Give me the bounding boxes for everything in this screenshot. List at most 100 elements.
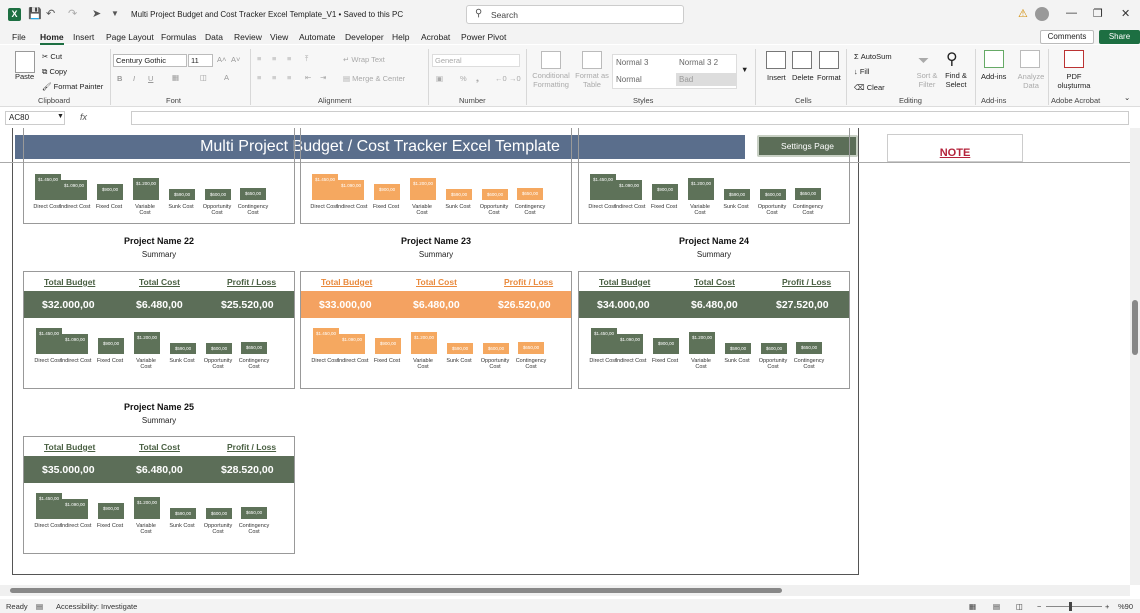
insert-cells-icon[interactable]: [766, 51, 786, 69]
name-box[interactable]: AC80: [5, 111, 65, 125]
analyze-data-icon[interactable]: [1020, 50, 1040, 68]
align-center-icon[interactable]: ≡: [272, 73, 276, 82]
worksheet[interactable]: Multi Project Budget / Cost Tracker Exce…: [0, 128, 1130, 585]
clear-button[interactable]: ⌫ Clear: [854, 83, 885, 92]
add-ins-icon[interactable]: [984, 50, 1004, 68]
warning-icon[interactable]: ⚠: [1018, 7, 1028, 20]
add-ins-button[interactable]: Add-ins: [981, 72, 1006, 81]
underline-icon[interactable]: U: [148, 74, 153, 83]
horizontal-scroll-thumb[interactable]: [10, 588, 782, 593]
copy-button[interactable]: ⧉ Copy: [42, 67, 67, 77]
style-normal[interactable]: Normal: [616, 75, 642, 84]
avatar[interactable]: [1035, 7, 1049, 21]
style-normal-3[interactable]: Normal 3: [616, 58, 648, 67]
increase-font-icon[interactable]: A˄: [217, 55, 226, 64]
find-select-icon[interactable]: ⚲: [946, 49, 958, 69]
vertical-scrollbar[interactable]: [1130, 128, 1140, 585]
tab-review[interactable]: Review: [234, 32, 262, 42]
zoom-out-icon[interactable]: −: [1037, 602, 1041, 611]
paste-button[interactable]: Paste: [15, 72, 34, 81]
sort-filter-button[interactable]: Sort & Filter: [912, 71, 942, 89]
style-normal-3-2[interactable]: Normal 3 2: [679, 58, 718, 67]
tab-developer[interactable]: Developer: [345, 32, 384, 42]
formula-input[interactable]: [131, 111, 1129, 125]
fill-color-icon[interactable]: ◫: [200, 73, 207, 82]
tab-home[interactable]: Home: [40, 32, 64, 45]
currency-icon[interactable]: ▣: [436, 74, 443, 83]
fx-icon[interactable]: fx: [80, 112, 87, 122]
tab-file[interactable]: File: [12, 32, 26, 42]
cut-button[interactable]: ✂ Cut: [42, 52, 62, 61]
collapse-ribbon-icon[interactable]: ⌄: [1124, 93, 1130, 102]
tab-view[interactable]: View: [270, 32, 288, 42]
name-box-dropdown-icon[interactable]: ▼: [57, 113, 64, 120]
zoom-in-icon[interactable]: +: [1105, 602, 1109, 611]
tab-data[interactable]: Data: [205, 32, 223, 42]
zoom-slider-thumb[interactable]: [1069, 602, 1072, 611]
tab-page-layout[interactable]: Page Layout: [106, 32, 154, 42]
number-format-select[interactable]: General: [432, 54, 520, 67]
decrease-font-icon[interactable]: A˅: [231, 55, 240, 64]
search-input[interactable]: ⚲ Search: [466, 5, 684, 24]
delete-cells-button[interactable]: Delete: [792, 73, 814, 82]
pdf-icon[interactable]: [1064, 50, 1084, 68]
zoom-level[interactable]: %90: [1118, 602, 1133, 611]
share-button[interactable]: Share: [1099, 30, 1140, 44]
tab-automate[interactable]: Automate: [299, 32, 335, 42]
redo-icon[interactable]: ↷: [68, 7, 77, 20]
conditional-formatting-icon[interactable]: [541, 51, 561, 69]
sort-filter-icon[interactable]: ⏷: [918, 52, 929, 69]
minimize-icon[interactable]: —: [1066, 7, 1077, 19]
create-pdf-button[interactable]: PDF oluşturma: [1055, 72, 1093, 90]
bold-icon[interactable]: B: [117, 74, 122, 83]
accessibility-status[interactable]: Accessibility: Investigate: [56, 602, 137, 611]
macro-record-icon[interactable]: ▤: [36, 602, 43, 611]
insert-cells-button[interactable]: Insert: [767, 73, 786, 82]
decrease-decimal-icon[interactable]: →0: [509, 74, 521, 83]
format-as-table-button[interactable]: Format as Table: [574, 71, 610, 89]
merge-center-button[interactable]: ▤ Merge & Center: [343, 74, 405, 83]
align-top-icon[interactable]: ≡: [257, 54, 261, 63]
align-right-icon[interactable]: ≡: [287, 73, 291, 82]
italic-icon[interactable]: I: [133, 74, 135, 83]
tab-help[interactable]: Help: [392, 32, 409, 42]
format-painter-button[interactable]: 🖌 Format Painter: [42, 82, 103, 91]
pointer-icon[interactable]: ➤: [92, 7, 101, 20]
delete-cells-icon[interactable]: [792, 51, 812, 69]
save-icon[interactable]: 💾: [28, 7, 42, 20]
close-icon[interactable]: ✕: [1121, 7, 1130, 20]
tab-power-pivot[interactable]: Power Pivot: [461, 32, 506, 42]
tab-insert[interactable]: Insert: [73, 32, 94, 42]
page-layout-view-icon[interactable]: ▤: [993, 602, 1000, 611]
align-bottom-icon[interactable]: ≡: [287, 54, 291, 63]
orientation-icon[interactable]: ⤒: [305, 54, 308, 64]
comments-button[interactable]: Comments: [1040, 30, 1094, 44]
percent-icon[interactable]: %: [460, 74, 467, 83]
maximize-icon[interactable]: ❐: [1093, 7, 1103, 20]
format-cells-button[interactable]: Format: [817, 73, 841, 82]
customize-qat-icon[interactable]: ▼: [111, 9, 119, 18]
align-middle-icon[interactable]: ≡: [272, 54, 276, 63]
wrap-text-button[interactable]: ↵ Wrap Text: [343, 55, 385, 64]
normal-view-icon[interactable]: ▦: [969, 602, 976, 611]
format-as-table-icon[interactable]: [582, 51, 602, 69]
page-break-view-icon[interactable]: ◫: [1016, 602, 1023, 611]
conditional-formatting-button[interactable]: Conditional Formatting: [531, 71, 571, 89]
format-cells-icon[interactable]: [819, 51, 839, 69]
undo-icon[interactable]: ↶: [46, 7, 55, 20]
tab-formulas[interactable]: Formulas: [161, 32, 196, 42]
comma-icon[interactable]: ❟: [476, 74, 479, 84]
increase-decimal-icon[interactable]: ←0: [495, 74, 507, 83]
paste-icon[interactable]: [15, 51, 35, 73]
horizontal-scrollbar[interactable]: [0, 585, 1130, 596]
analyze-data-button[interactable]: Analyze Data: [1016, 72, 1046, 90]
note-box[interactable]: NOTE: [887, 134, 1023, 162]
font-color-icon[interactable]: A: [224, 73, 229, 82]
document-title[interactable]: Multi Project Budget and Cost Tracker Ex…: [131, 10, 403, 19]
zoom-slider[interactable]: [1046, 606, 1102, 607]
font-name-select[interactable]: Century Gothic: [113, 54, 187, 67]
tab-acrobat[interactable]: Acrobat: [421, 32, 450, 42]
font-size-select[interactable]: 11: [188, 54, 213, 67]
style-bad[interactable]: Bad: [676, 73, 736, 86]
align-left-icon[interactable]: ≡: [257, 73, 261, 82]
